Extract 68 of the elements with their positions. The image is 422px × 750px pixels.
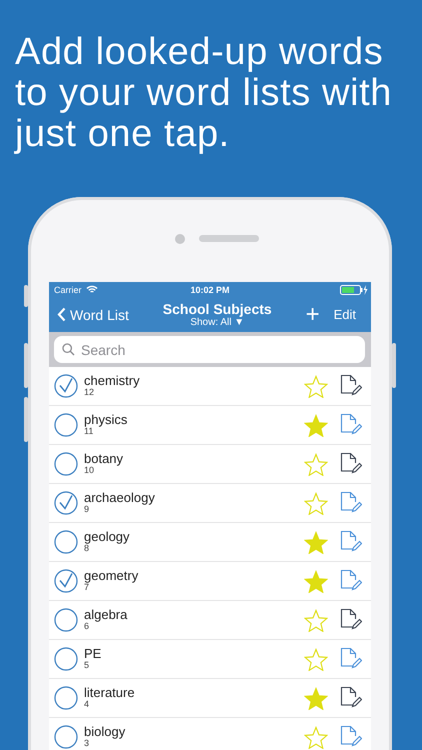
show-filter-button[interactable]: Show: All ▼ xyxy=(190,317,244,328)
checked-circle-icon[interactable] xyxy=(54,569,78,593)
list-name: geology xyxy=(84,530,131,544)
empty-circle-icon[interactable] xyxy=(54,647,78,671)
speaker-slot xyxy=(199,235,259,242)
word-count: 6 xyxy=(84,622,90,632)
word-count: 9 xyxy=(84,505,90,516)
note-edit-icon[interactable] xyxy=(340,452,362,476)
search-field[interactable]: Search xyxy=(54,336,365,363)
edit-button[interactable]: Edit xyxy=(334,307,356,322)
outline-star-icon[interactable] xyxy=(304,374,328,398)
list-name: archaeology xyxy=(84,490,156,506)
list-row[interactable]: physics 11 xyxy=(49,406,371,445)
note-edit-icon[interactable] xyxy=(340,608,362,632)
list-row[interactable]: PE 5 xyxy=(49,640,371,679)
list-row[interactable]: botany 10 xyxy=(49,445,371,484)
outline-star-icon[interactable] xyxy=(304,452,328,476)
checked-circle-icon[interactable] xyxy=(54,374,78,398)
status-time: 10:02 PM xyxy=(190,284,230,294)
filled-star-icon[interactable] xyxy=(304,686,328,710)
empty-circle-icon[interactable] xyxy=(54,413,78,437)
word-count: 10 xyxy=(84,466,94,476)
list-name: botany xyxy=(84,452,124,466)
battery-icon xyxy=(340,284,368,294)
list-name: algebra xyxy=(84,608,128,622)
word-count: 5 xyxy=(84,661,90,672)
empty-circle-icon[interactable] xyxy=(54,530,78,554)
filled-star-icon[interactable] xyxy=(304,570,328,592)
add-button[interactable]: + xyxy=(306,302,320,326)
word-count: 7 xyxy=(84,583,90,594)
filled-star-icon[interactable] xyxy=(304,414,328,436)
nav-title: School Subjects xyxy=(162,301,272,317)
carrier-label: Carrier xyxy=(54,284,82,294)
word-count: 3 xyxy=(84,739,90,750)
list-row[interactable]: archaeology 9 xyxy=(49,484,371,523)
outline-star-icon[interactable] xyxy=(304,492,328,514)
outline-star-icon[interactable] xyxy=(304,648,328,670)
list-row[interactable]: geometry 7 xyxy=(49,562,371,601)
word-count: 11 xyxy=(84,427,94,438)
list-row[interactable]: chemistry 12 xyxy=(49,367,371,406)
list-name: chemistry xyxy=(84,374,141,388)
list-name: geometry xyxy=(84,568,140,584)
list-name: literature xyxy=(84,686,136,700)
note-edit-icon[interactable] xyxy=(340,374,362,398)
list-row[interactable]: geology 8 xyxy=(49,523,371,562)
word-count: 8 xyxy=(84,544,90,554)
headline: Add looked-up words to your word lists with just one tap. xyxy=(13,30,394,155)
list-row[interactable]: algebra 6 xyxy=(49,601,371,640)
empty-circle-icon[interactable] xyxy=(54,686,78,710)
list-name: biology xyxy=(84,724,126,740)
list-name: PE xyxy=(84,646,102,662)
checked-circle-icon[interactable] xyxy=(54,491,78,515)
empty-circle-icon[interactable] xyxy=(54,608,78,632)
outline-star-icon[interactable] xyxy=(304,726,328,748)
filled-star-icon[interactable] xyxy=(304,530,328,554)
list-row[interactable]: biology 3 xyxy=(49,718,371,750)
list-row[interactable]: literature 4 xyxy=(49,679,371,718)
camera-dot xyxy=(175,234,185,244)
word-count: 12 xyxy=(84,388,94,398)
empty-circle-icon[interactable] xyxy=(54,452,78,476)
back-button[interactable]: Word List xyxy=(57,306,129,322)
back-chevron-icon xyxy=(57,307,66,322)
empty-circle-icon[interactable] xyxy=(54,725,78,749)
list-name: physics xyxy=(84,412,128,428)
word-count: 4 xyxy=(84,700,90,710)
outline-star-icon[interactable] xyxy=(304,608,328,632)
wifi-icon xyxy=(86,285,98,294)
note-edit-icon[interactable] xyxy=(340,686,362,710)
